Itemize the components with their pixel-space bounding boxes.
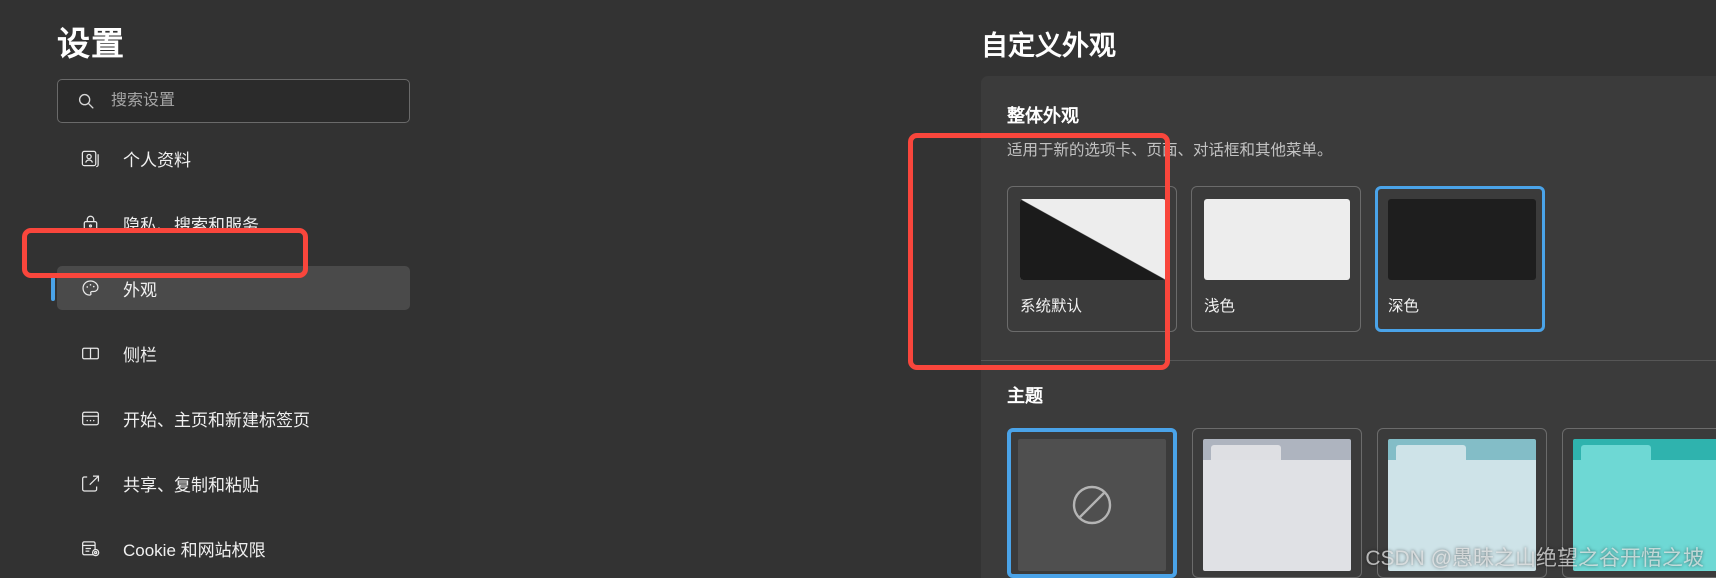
sidebar-item-label: 个人资料 (123, 150, 191, 170)
overall-appearance-heading: 整体外观 (1007, 106, 1079, 126)
sidebar-item-label: 侧栏 (123, 345, 157, 365)
theme-heading: 主题 (1007, 386, 1043, 406)
theme-body (1388, 460, 1536, 571)
search-input[interactable] (111, 92, 409, 110)
sidebar-item-label: Cookie 和网站权限 (123, 540, 266, 560)
sidebar-item-label: 隐私、搜索和服务 (123, 215, 259, 235)
theme-preview (1388, 439, 1536, 571)
appearance-option-label: 深色 (1388, 298, 1420, 315)
sidebar-item-appearance[interactable]: 外观 (51, 266, 410, 310)
search-icon (77, 92, 95, 110)
dark-preview (1388, 199, 1536, 280)
system-default-preview (1020, 199, 1166, 280)
sidebar-item-label: 外观 (123, 280, 157, 300)
theme-option-2[interactable] (1377, 428, 1547, 578)
sidebar-item-share[interactable]: 共享、复制和粘贴 (57, 461, 410, 505)
sidebar-nav-list: 个人资料 隐私、搜索和服务 外观 侧栏 开始、主页和新建标签页 共享、复制和粘贴… (0, 136, 460, 578)
theme-body (1573, 460, 1716, 571)
settings-sidebar: 设置 个人资料 (0, 0, 497, 578)
overall-appearance-description: 适用于新的选项卡、页面、对话框和其他菜单。 (1007, 142, 1333, 159)
theme-preview (1203, 439, 1351, 571)
theme-tab (1396, 445, 1466, 460)
sidebar-item-profile[interactable]: 个人资料 (57, 136, 410, 180)
sidebar-item-sidebar[interactable]: 侧栏 (57, 331, 410, 375)
no-theme-preview (1018, 439, 1166, 571)
theme-option-list (1007, 428, 1716, 578)
appearance-option-dark[interactable]: 深色 (1375, 186, 1545, 332)
theme-tab (1581, 445, 1651, 460)
theme-body (1203, 460, 1351, 571)
section-divider (981, 360, 1716, 361)
search-settings-box[interactable] (57, 79, 410, 123)
light-preview (1204, 199, 1350, 280)
sidebar-item-label: 开始、主页和新建标签页 (123, 410, 310, 430)
theme-option-3[interactable] (1562, 428, 1716, 578)
theme-tab (1211, 445, 1281, 460)
theme-option-1[interactable] (1192, 428, 1362, 578)
appearance-option-list: 系统默认 浅色 深色 (1007, 186, 1545, 332)
palette-icon (80, 278, 101, 299)
theme-preview (1573, 439, 1716, 571)
lock-icon (80, 213, 101, 234)
sidebar-panel-icon (80, 343, 101, 364)
settings-window: 设置 个人资料 (0, 0, 1716, 578)
settings-title: 设置 (57, 25, 125, 62)
settings-content: 自定义外观 整体外观 适用于新的选项卡、页面、对话框和其他菜单。 是否对浏览器的… (460, 0, 1716, 578)
sidebar-item-cookies[interactable]: Cookie 和网站权限 (57, 526, 410, 570)
appearance-option-label: 浅色 (1204, 298, 1236, 315)
sidebar-item-label: 共享、复制和粘贴 (123, 475, 259, 495)
new-tab-icon (80, 408, 101, 429)
sidebar-item-privacy[interactable]: 隐私、搜索和服务 (57, 201, 410, 245)
person-card-icon (80, 148, 101, 169)
cookie-permissions-icon (80, 538, 101, 559)
appearance-option-system[interactable]: 系统默认 (1007, 186, 1177, 332)
page-title: 自定义外观 (981, 31, 1116, 61)
theme-option-none[interactable] (1007, 428, 1177, 578)
appearance-option-label: 系统默认 (1020, 298, 1083, 315)
sidebar-item-startup[interactable]: 开始、主页和新建标签页 (57, 396, 410, 440)
no-theme-icon (1072, 485, 1112, 525)
appearance-card: 整体外观 适用于新的选项卡、页面、对话框和其他菜单。 是否对浏览器的整体外观满意… (981, 76, 1716, 578)
appearance-option-light[interactable]: 浅色 (1191, 186, 1361, 332)
share-icon (80, 473, 101, 494)
